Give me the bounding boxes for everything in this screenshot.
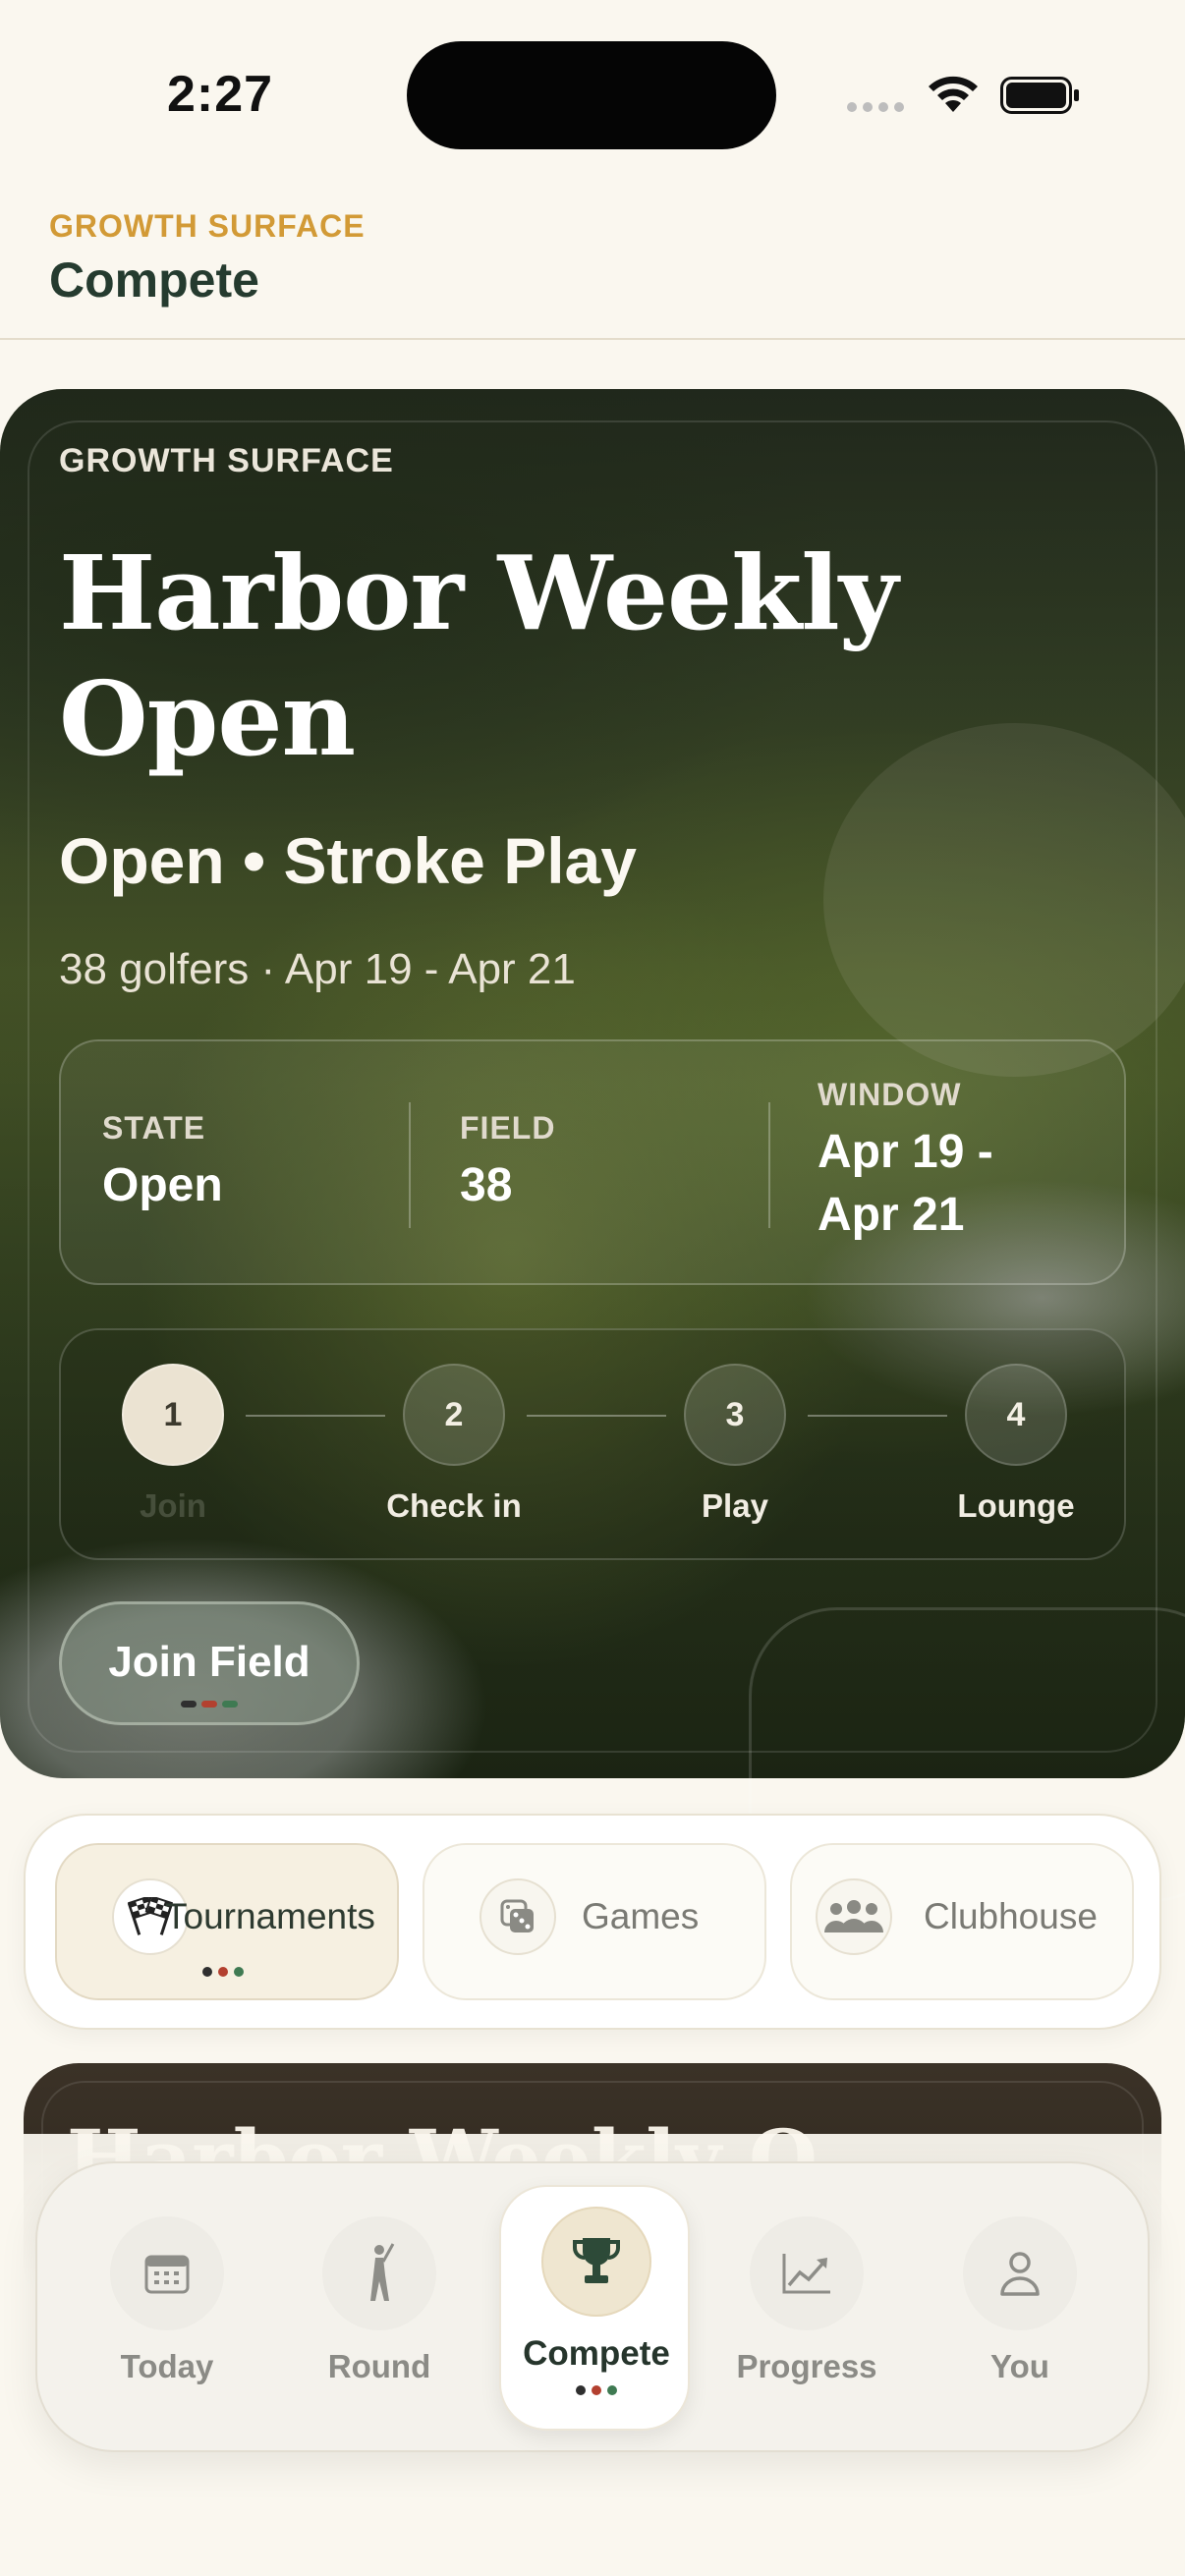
stat-field: FIELD 38: [460, 1110, 555, 1217]
trophy-icon: [541, 2207, 651, 2317]
page-title: Compete: [49, 252, 259, 308]
step-check-in[interactable]: 2 Check in: [356, 1364, 552, 1525]
segment-clubhouse[interactable]: Clubhouse: [790, 1843, 1134, 2000]
step-lounge[interactable]: 4 Lounge: [918, 1364, 1114, 1525]
battery-icon: [1000, 77, 1079, 114]
hero-eyebrow: GROWTH SURFACE: [59, 442, 394, 479]
stat-label: STATE: [102, 1110, 206, 1146]
tab-label: Round: [327, 2348, 431, 2384]
dice-icon: [480, 1878, 556, 1955]
stat-divider: [409, 1102, 411, 1228]
step-label: Join: [140, 1487, 206, 1524]
tournament-stats: STATE Open FIELD 38 WINDOW Apr 19 - Apr …: [59, 1039, 1126, 1285]
tab-compete[interactable]: Compete: [499, 2185, 690, 2431]
tab-label: Progress: [736, 2348, 877, 2384]
stat-value: Apr 19 - Apr 21: [818, 1126, 993, 1241]
segment-games[interactable]: Games: [423, 1843, 766, 2000]
stat-label: WINDOW: [818, 1077, 962, 1112]
tournament-meta: 38 golfers · Apr 19 - Apr 21: [59, 945, 576, 993]
header-divider: [0, 338, 1185, 340]
tab-label: You: [990, 2348, 1049, 2384]
join-field-label: Join Field: [108, 1638, 310, 1686]
step-label: Play: [702, 1487, 768, 1524]
calendar-icon: [110, 2216, 224, 2330]
app-screen: 2:27 GROWTH SURFACE Compete GROWTH SURFA…: [0, 0, 1185, 2576]
selected-indicator: [498, 2385, 695, 2395]
brand-stripe-indicator: [181, 1701, 238, 1708]
tournament-title: Harbor Weekly Open: [59, 532, 898, 779]
segment-label: Games: [582, 1896, 700, 1936]
stat-divider: [768, 1102, 770, 1228]
stat-state: STATE Open: [102, 1110, 223, 1217]
step-join[interactable]: 1 Join: [75, 1364, 271, 1525]
bottom-tab-bar: Today Round Compete Progress You: [35, 2161, 1150, 2452]
tab-progress[interactable]: Progress: [708, 2216, 905, 2385]
person-icon: [963, 2216, 1077, 2330]
segment-tournaments[interactable]: Tournaments: [55, 1843, 399, 2000]
selected-indicator: [202, 1967, 244, 1977]
tab-today[interactable]: Today: [69, 2216, 265, 2385]
header-eyebrow: GROWTH SURFACE: [49, 208, 366, 244]
tab-you[interactable]: You: [922, 2216, 1118, 2385]
tournament-stepper: 1 Join 2 Check in 3 Play 4 Lounge: [59, 1328, 1126, 1560]
wifi-icon: [929, 76, 978, 112]
golfer-icon: [322, 2216, 436, 2330]
tournament-format: Open • Stroke Play: [59, 824, 637, 897]
compete-segment-control: Tournaments Games Clubhouse: [24, 1814, 1161, 2030]
step-play[interactable]: 3 Play: [637, 1364, 833, 1525]
stat-label: FIELD: [460, 1110, 556, 1146]
tab-label: Today: [120, 2348, 214, 2384]
dynamic-island: [407, 41, 776, 149]
step-number: 4: [965, 1364, 1067, 1466]
cellular-signal-icon: [847, 102, 904, 112]
step-number: 1: [122, 1364, 224, 1466]
segment-label: Tournaments: [165, 1896, 375, 1936]
tab-round[interactable]: Round: [281, 2216, 478, 2385]
step-number: 2: [403, 1364, 505, 1466]
stat-window: WINDOW Apr 19 - Apr 21: [818, 1077, 1073, 1247]
step-label: Lounge: [957, 1487, 1075, 1524]
tab-label: Compete: [523, 2334, 670, 2373]
step-number: 3: [684, 1364, 786, 1466]
stat-value: Open: [102, 1159, 223, 1211]
status-time: 2:27: [167, 66, 274, 123]
step-label: Check in: [386, 1487, 522, 1524]
stat-value: 38: [460, 1159, 513, 1211]
join-field-button[interactable]: Join Field: [59, 1601, 360, 1725]
segment-label: Clubhouse: [924, 1896, 1098, 1936]
trend-chart-icon: [750, 2216, 864, 2330]
people-icon: [816, 1878, 892, 1955]
